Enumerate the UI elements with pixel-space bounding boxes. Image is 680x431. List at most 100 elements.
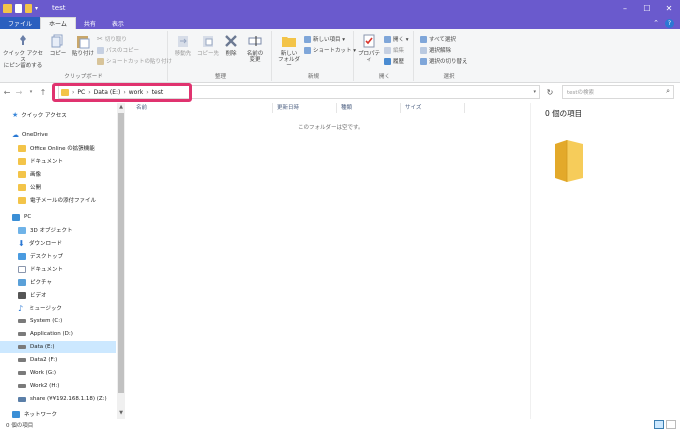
column-header-name[interactable]: 名前 [136, 103, 147, 113]
document-icon [18, 265, 26, 273]
tab-file[interactable]: ファイル [0, 17, 41, 29]
folder-icon [18, 183, 26, 191]
select-all-button[interactable]: すべて選択 [420, 35, 456, 43]
sidebar-item-documents[interactable]: ドキュメント [0, 263, 116, 275]
sidebar-item-onedrive[interactable]: ☁ OneDrive [0, 129, 116, 141]
star-icon: ★ [12, 111, 19, 119]
group-label-select: 選択 [443, 74, 455, 80]
sidebar-item-public[interactable]: 公開 [0, 181, 116, 193]
sidebar-item-share-z[interactable]: share (¥¥192.168.1.18) (Z:) [0, 393, 116, 405]
invert-selection-icon [420, 57, 427, 65]
invert-selection-button[interactable]: 選択の切り替え [420, 57, 468, 65]
column-divider[interactable] [464, 103, 465, 113]
sidebar-item-desktop[interactable]: デスクトップ [0, 250, 116, 262]
help-icon[interactable]: ? [665, 18, 674, 28]
back-arrow-icon[interactable]: ← [2, 86, 12, 98]
copy-to-icon [203, 36, 213, 47]
shortcut-button[interactable]: ショートカット ▾ [304, 46, 356, 54]
pin-quick-access-button[interactable]: クイック アクセス にピン留めする [3, 33, 43, 69]
preview-pane: 0 個の項目 [530, 103, 680, 419]
scroll-up-icon[interactable]: ▲ [117, 104, 125, 112]
sidebar-item-images[interactable]: 画像 [0, 168, 116, 180]
recent-locations-icon[interactable]: ▾ [26, 86, 36, 98]
minimize-button[interactable]: – [614, 0, 636, 16]
edit-button[interactable]: 編集 [384, 46, 404, 54]
history-button[interactable]: 履歴 [384, 57, 404, 65]
cut-button[interactable]: ✂ 切り取り [97, 35, 127, 43]
forward-arrow-icon[interactable]: → [14, 86, 24, 98]
paste-button[interactable]: 貼り付け [71, 33, 95, 57]
quick-access-toolbar: ▾ [0, 3, 38, 13]
address-dropdown-icon[interactable]: ▾ [533, 89, 536, 95]
folder-icon [18, 144, 26, 152]
sidebar-item-data-e[interactable]: Data (E:) [0, 341, 116, 353]
column-divider[interactable] [336, 103, 337, 113]
group-new: 新しい フォルダー 新しい項目 ▾ ショートカット ▾ 新規 [274, 31, 356, 81]
move-to-button[interactable]: 移動先 [172, 33, 194, 57]
download-icon: ⬇ [18, 238, 25, 248]
column-divider[interactable] [272, 103, 273, 113]
sidebar-scrollbar[interactable]: ▲ ▼ [117, 103, 125, 419]
sidebar-item-system-c[interactable]: System (C:) [0, 315, 116, 327]
rename-button[interactable]: 名前の 変更 [242, 33, 268, 63]
new-item-button[interactable]: 新しい項目 ▾ [304, 35, 345, 43]
sidebar-item-music[interactable]: ♪ ミュージック [0, 302, 116, 314]
select-none-button[interactable]: 選択解除 [420, 46, 451, 54]
close-button[interactable]: ✕ [658, 0, 680, 16]
tab-share[interactable]: 共有 [76, 17, 104, 29]
sidebar-item-data2-f[interactable]: Data2 (F:) [0, 354, 116, 366]
paste-icon [77, 36, 90, 49]
sidebar-item-email-attachments[interactable]: 電子メールの添付ファイル [0, 194, 116, 206]
open-icon [384, 35, 391, 43]
search-input[interactable]: testの検索 ⌕ [562, 85, 674, 99]
search-icon: ⌕ [666, 87, 670, 95]
properties-icon[interactable] [15, 3, 22, 13]
copy-path-button[interactable]: パスのコピー [97, 46, 139, 54]
tab-home[interactable]: ホーム [40, 17, 76, 29]
copy-to-button[interactable]: コピー先 [196, 33, 220, 57]
column-divider[interactable] [400, 103, 401, 113]
sidebar-item-work2-h[interactable]: Work2 (H:) [0, 380, 116, 392]
new-folder-button[interactable]: 新しい フォルダー [276, 33, 302, 69]
open-button[interactable]: 開く ▾ [384, 35, 409, 43]
new-folder-icon[interactable] [25, 3, 32, 13]
new-folder-icon [282, 37, 296, 47]
copy-icon [51, 34, 63, 48]
shortcut-icon [304, 46, 311, 54]
scroll-thumb[interactable] [118, 113, 124, 393]
up-arrow-icon[interactable]: ↑ [38, 86, 48, 98]
rename-icon [248, 36, 262, 46]
scroll-down-icon[interactable]: ▼ [117, 410, 125, 418]
sidebar-item-quick-access[interactable]: ★ クイック アクセス [0, 109, 116, 121]
group-clipboard: クイック アクセス にピン留めする コピー 貼り付け ✂ 切り取り パスのコピー… [0, 31, 172, 81]
group-label-clipboard: クリップボード [64, 74, 103, 80]
sidebar-item-3d-objects[interactable]: 3D オブジェクト [0, 224, 116, 236]
sidebar-item-onedrive-documents[interactable]: ドキュメント [0, 155, 116, 167]
properties-button[interactable]: プロパティ [356, 33, 382, 63]
sidebar-item-pictures[interactable]: ピクチャ [0, 276, 116, 288]
preview-item-count: 0 個の項目 [545, 109, 583, 118]
maximize-button[interactable]: ☐ [636, 0, 658, 16]
status-bar: 0 個の項目 [0, 419, 680, 431]
empty-folder-message: このフォルダーは空です。 [298, 125, 364, 131]
desktop-icon [18, 252, 26, 260]
sidebar-item-office-online[interactable]: Office Online の拡張機能 [0, 142, 116, 154]
large-icons-view-icon[interactable] [666, 420, 676, 429]
chevron-down-icon[interactable]: ▾ [35, 5, 38, 12]
sidebar-item-downloads[interactable]: ⬇ ダウンロード [0, 237, 116, 249]
column-header-size[interactable]: サイズ [405, 103, 421, 113]
cube-icon [18, 226, 26, 234]
ribbon-collapse-icon[interactable]: ⌃ [653, 19, 659, 27]
sidebar-item-pc[interactable]: PC [0, 211, 116, 223]
details-view-icon[interactable] [654, 420, 664, 429]
copy-button[interactable]: コピー [47, 33, 69, 57]
sidebar-item-application-d[interactable]: Application (D:) [0, 328, 116, 340]
delete-button[interactable]: 削除 [222, 33, 240, 57]
tab-view[interactable]: 表示 [104, 17, 132, 29]
sidebar-item-videos[interactable]: ビデオ [0, 289, 116, 301]
paste-shortcut-button[interactable]: ショートカットの貼り付け [97, 57, 172, 65]
column-header-type[interactable]: 種類 [341, 103, 352, 113]
refresh-icon[interactable]: ↻ [544, 86, 556, 98]
sidebar-item-work-g[interactable]: Work (G:) [0, 367, 116, 379]
column-header-date[interactable]: 更新日時 [277, 103, 299, 113]
